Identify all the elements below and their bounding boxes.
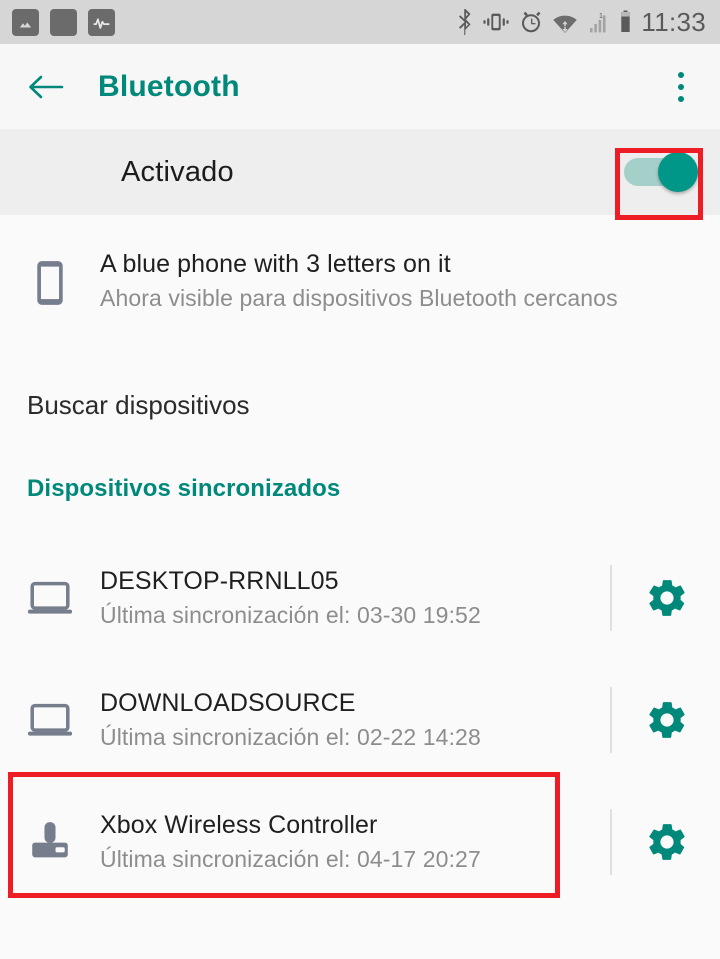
switch-thumb: [658, 152, 698, 192]
bluetooth-state-label: Activado: [121, 155, 234, 188]
table-row[interactable]: DESKTOP-RRNLL05 Última sincronización el…: [0, 537, 720, 659]
vibrate-icon: [482, 10, 510, 34]
device-name: DESKTOP-RRNLL05: [100, 566, 339, 595]
pulse-icon: [88, 8, 115, 36]
alarm-icon: [519, 10, 543, 34]
system-icon-group: 1: [457, 9, 633, 35]
gamepad-icon: [0, 819, 100, 865]
wifi-icon: [552, 10, 578, 34]
row-divider: [610, 809, 612, 875]
arrow-left-icon[interactable]: [8, 70, 82, 104]
notification-icon-group: [12, 8, 115, 36]
self-device-status: Ahora visible para dispositivos Bluetoot…: [100, 284, 618, 311]
laptop-icon: [0, 579, 100, 617]
status-bar: 1 11:33: [0, 0, 720, 44]
table-row[interactable]: Xbox Wireless Controller Última sincroni…: [0, 781, 720, 903]
svg-text:1: 1: [599, 13, 603, 20]
laptop-icon: [0, 701, 100, 739]
blank-square-icon: [50, 8, 77, 36]
self-device-row[interactable]: A blue phone with 3 letters on it Ahora …: [0, 227, 720, 335]
signal-icon: 1: [587, 10, 609, 34]
self-device-name: A blue phone with 3 letters on it: [100, 249, 451, 278]
gear-icon[interactable]: [638, 813, 696, 871]
row-divider: [610, 565, 612, 631]
status-bar-clock: 11:33: [641, 6, 706, 37]
device-last-sync: Última sincronización el: 03-30 19:52: [100, 601, 481, 628]
device-last-sync: Última sincronización el: 04-17 20:27: [100, 845, 481, 872]
page-title: Bluetooth: [98, 69, 240, 103]
image-icon: [12, 8, 39, 36]
search-devices-button[interactable]: Buscar dispositivos: [0, 369, 720, 441]
table-row[interactable]: DOWNLOADSOURCE Última sincronización el:…: [0, 659, 720, 781]
battery-icon: [618, 9, 633, 35]
paired-devices-header-label: Dispositivos sincronizados: [27, 475, 341, 502]
gear-icon[interactable]: [638, 569, 696, 627]
bluetooth-switch[interactable]: [624, 152, 698, 192]
app-bar: Bluetooth: [0, 44, 720, 129]
bluetooth-icon: [457, 9, 473, 35]
search-devices-label: Buscar dispositivos: [27, 389, 250, 420]
row-divider: [610, 687, 612, 753]
device-name: Xbox Wireless Controller: [100, 810, 378, 839]
phone-icon: [0, 255, 100, 307]
gear-icon[interactable]: [638, 691, 696, 749]
device-last-sync: Última sincronización el: 02-22 14:28: [100, 723, 481, 750]
more-vertical-icon[interactable]: [664, 65, 698, 109]
device-name: DOWNLOADSOURCE: [100, 688, 356, 717]
bluetooth-content: A blue phone with 3 letters on it Ahora …: [0, 215, 720, 903]
bluetooth-toggle-row[interactable]: Activado: [0, 129, 720, 215]
paired-devices-header: Dispositivos sincronizados: [0, 453, 720, 525]
